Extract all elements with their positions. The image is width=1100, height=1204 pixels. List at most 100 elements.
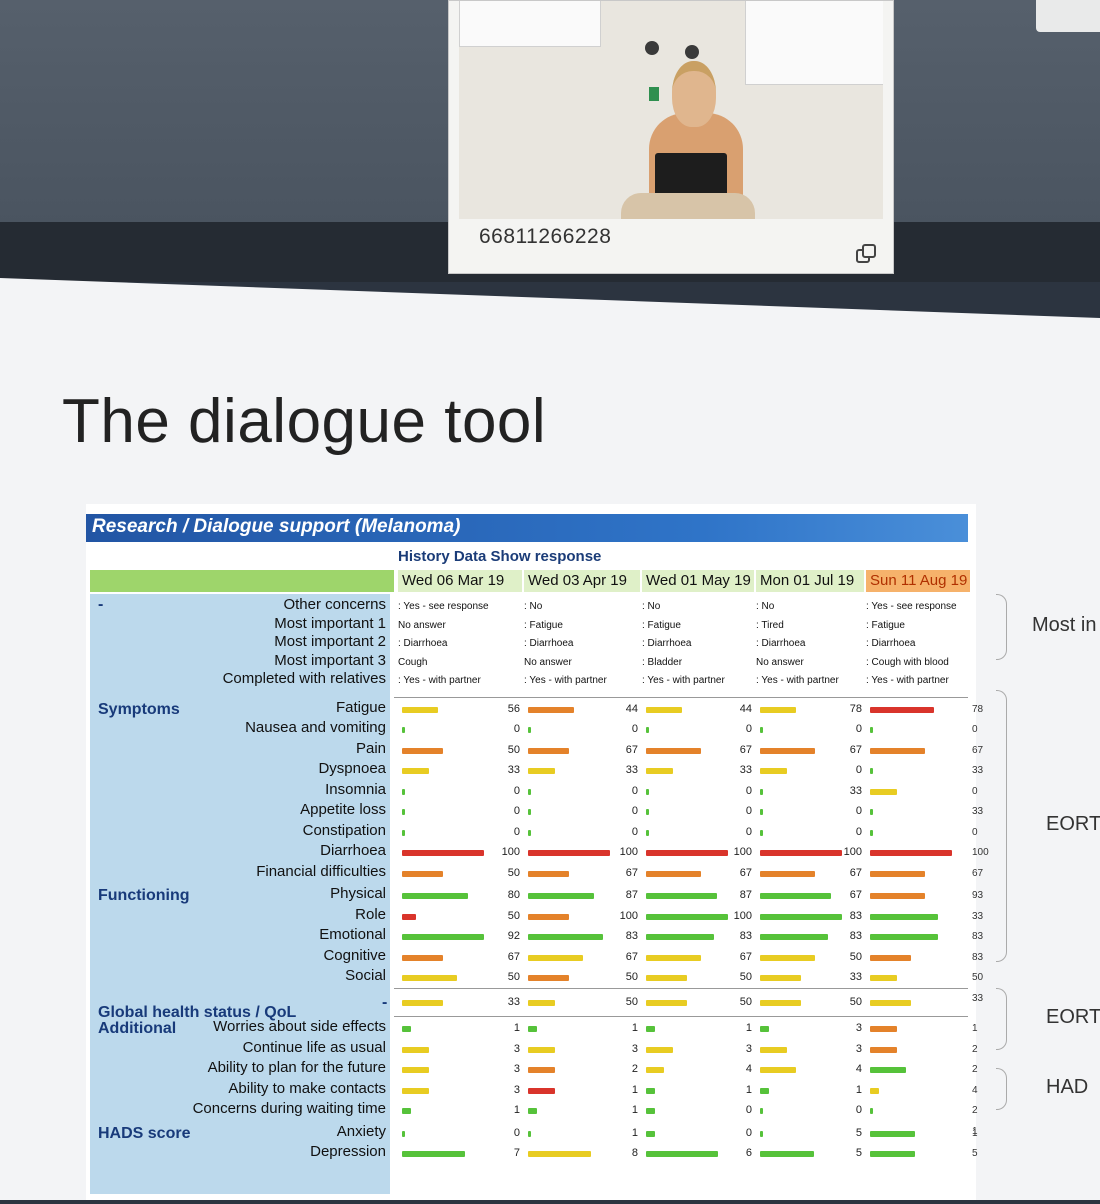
score-bar[interactable] [646,1108,655,1114]
score-bar[interactable] [402,1130,405,1137]
score-bar[interactable] [646,1067,664,1073]
score-bar[interactable] [528,913,569,920]
score-bar[interactable] [402,706,439,713]
score-bar[interactable] [760,1026,769,1032]
score-bar[interactable] [870,913,939,920]
score-bar[interactable] [528,1151,591,1157]
score-bar[interactable] [760,1067,796,1073]
score-bar[interactable] [402,809,405,815]
score-bar[interactable] [402,850,484,856]
score-bar[interactable] [760,913,842,920]
score-bar[interactable] [402,975,457,981]
score-bar[interactable] [760,975,801,981]
score-bar[interactable] [760,809,763,815]
score-bar[interactable] [870,747,925,754]
score-bar[interactable] [402,954,443,961]
score-bar[interactable] [402,1151,465,1157]
score-bar[interactable] [402,893,468,899]
score-bar[interactable] [870,1046,897,1053]
score-bar[interactable] [870,727,873,733]
score-bar[interactable] [646,1151,718,1157]
date-column-2[interactable]: Wed 03 Apr 19 [524,570,640,592]
score-bar[interactable] [402,1067,429,1073]
score-bar[interactable] [760,1130,763,1137]
score-bar[interactable] [760,727,763,733]
score-bar[interactable] [646,850,728,856]
score-bar[interactable] [870,1087,879,1094]
score-bar[interactable] [528,706,574,713]
score-bar[interactable] [402,747,443,754]
score-bar[interactable] [528,934,604,940]
score-bar[interactable] [402,1108,411,1114]
score-bar[interactable] [646,1026,655,1032]
score-bar[interactable] [760,1151,814,1157]
remote-screen-thumbnail[interactable] [1036,0,1100,32]
score-bar[interactable] [528,788,531,795]
score-bar[interactable] [760,934,829,940]
score-bar[interactable] [870,954,911,961]
score-bar[interactable] [870,788,898,795]
score-bar[interactable] [870,768,873,774]
score-bar[interactable] [646,1046,673,1053]
score-bar[interactable] [646,706,683,713]
copy-icon[interactable] [855,243,877,265]
score-bar[interactable] [870,850,952,856]
score-bar[interactable] [646,1087,655,1094]
score-bar[interactable] [402,829,405,836]
score-bar[interactable] [870,870,925,877]
score-bar[interactable] [528,809,531,815]
score-bar[interactable] [870,1130,915,1137]
score-bar[interactable] [402,934,484,940]
score-bar[interactable] [528,954,583,961]
score-bar[interactable] [528,975,569,981]
score-bar[interactable] [646,809,649,815]
score-bar[interactable] [528,850,610,856]
score-bar[interactable] [646,768,674,774]
score-bar[interactable] [870,829,873,836]
score-bar[interactable] [528,999,556,1006]
score-bar[interactable] [646,870,701,877]
score-bar[interactable] [760,829,763,836]
score-bar[interactable] [870,1026,897,1032]
date-column-4[interactable]: Mon 01 Jul 19 [756,570,864,592]
score-bar[interactable] [870,706,934,713]
score-bar[interactable] [528,747,569,754]
score-bar[interactable] [870,1151,915,1157]
score-bar[interactable] [646,829,649,836]
score-bar[interactable] [528,1046,555,1053]
score-bar[interactable] [528,1026,537,1032]
date-column-3[interactable]: Wed 01 May 19 [642,570,754,592]
score-bar[interactable] [528,768,556,774]
score-bar[interactable] [402,870,443,877]
score-bar[interactable] [646,934,715,940]
score-bar[interactable] [646,1130,655,1137]
score-bar[interactable] [870,975,898,981]
score-bar[interactable] [760,999,801,1006]
score-bar[interactable] [760,788,763,795]
score-bar[interactable] [646,999,687,1006]
score-bar[interactable] [870,809,873,815]
score-bar[interactable] [760,893,832,899]
score-bar[interactable] [646,913,728,920]
score-bar[interactable] [528,1130,531,1137]
score-bar[interactable] [646,893,718,899]
score-bar[interactable] [760,706,797,713]
score-bar[interactable] [760,1108,763,1114]
score-bar[interactable] [646,975,687,981]
score-bar[interactable] [402,1026,411,1032]
score-bar[interactable] [528,893,594,899]
date-column-1[interactable]: Wed 06 Mar 19 [398,570,522,592]
score-bar[interactable] [528,727,531,733]
score-bar[interactable] [760,747,815,754]
score-bar[interactable] [760,954,815,961]
history-header[interactable]: History Data Show response [398,548,601,565]
score-bar[interactable] [760,850,842,856]
date-column-5[interactable]: Sun 11 Aug 19 [866,570,970,592]
score-bar[interactable] [528,870,569,877]
score-bar[interactable] [760,768,788,774]
score-bar[interactable] [870,893,925,899]
score-bar[interactable] [528,1067,555,1073]
score-bar[interactable] [870,934,939,940]
score-bar[interactable] [760,1046,787,1053]
score-bar[interactable] [760,870,815,877]
